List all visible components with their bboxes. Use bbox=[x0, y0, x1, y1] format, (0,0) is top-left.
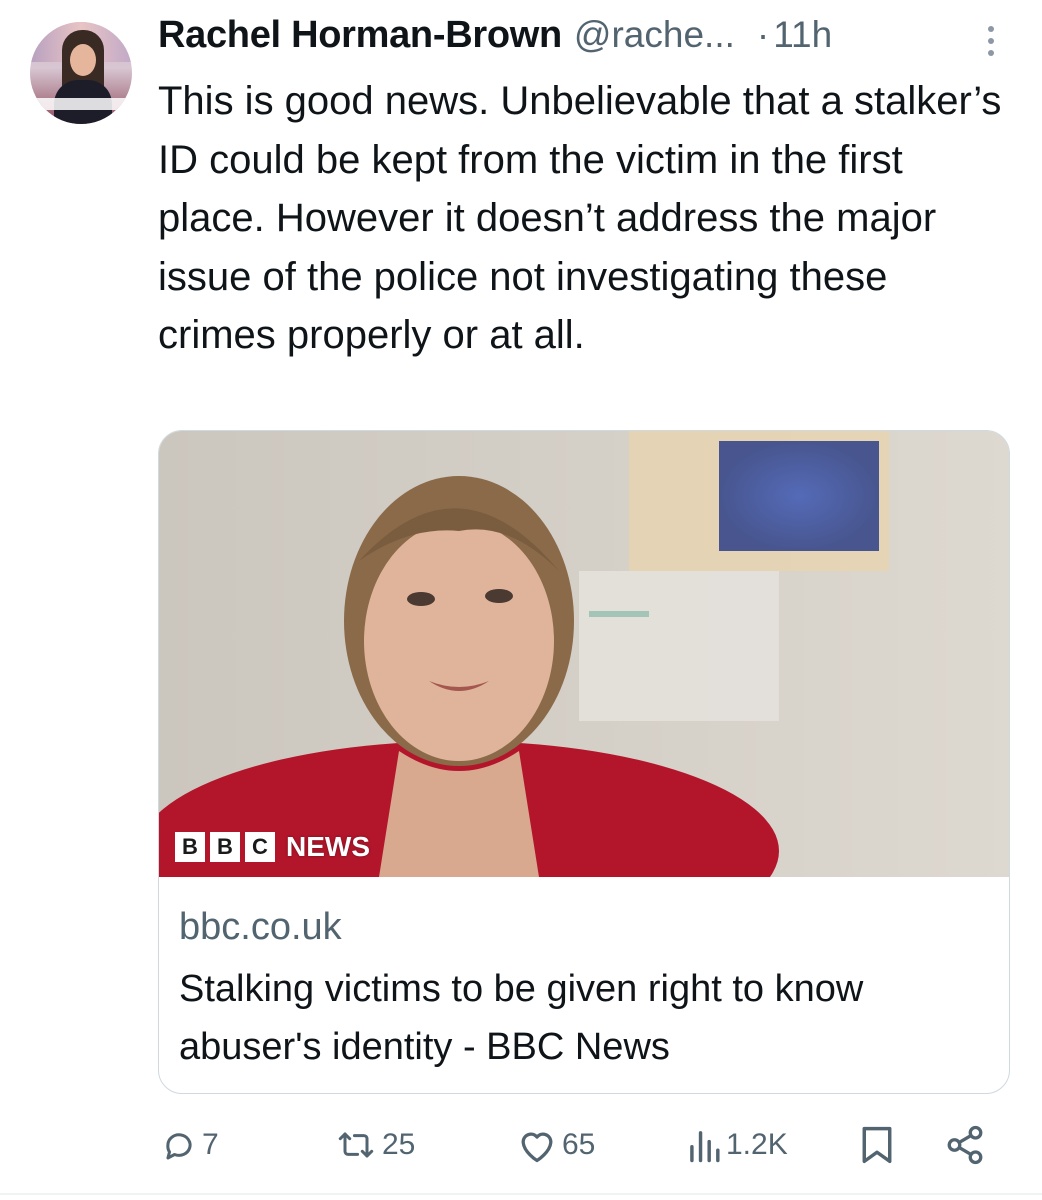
views-count: 1.2K bbox=[726, 1128, 788, 1161]
reply-icon bbox=[160, 1126, 198, 1164]
separator-dot: · bbox=[756, 14, 770, 55]
card-meta: bbc.co.uk Stalking victims to be given r… bbox=[159, 878, 1009, 1093]
link-card[interactable]: B B C NEWS bbc.co.uk Stalking victims to… bbox=[158, 430, 1010, 1094]
like-button[interactable]: 65 bbox=[516, 1115, 595, 1175]
share-icon bbox=[944, 1124, 986, 1166]
author-handle[interactable]: @rache... bbox=[574, 14, 735, 56]
reply-count: 7 bbox=[202, 1128, 219, 1161]
views-button[interactable]: 1.2K bbox=[686, 1115, 788, 1175]
tweet-text: This is good news. Unbelievable that a s… bbox=[158, 79, 1002, 357]
reply-button[interactable]: 7 bbox=[160, 1115, 219, 1175]
bbc-logo-letter: B bbox=[175, 832, 205, 862]
bbc-logo-news: NEWS bbox=[286, 831, 370, 862]
retweet-icon bbox=[334, 1126, 378, 1164]
avatar-caption-strap bbox=[30, 98, 132, 110]
avatar[interactable] bbox=[30, 22, 132, 124]
heart-icon bbox=[516, 1126, 558, 1164]
bbc-news-logo: B B C NEWS bbox=[175, 831, 370, 863]
retweet-button[interactable]: 25 bbox=[334, 1115, 415, 1175]
share-button[interactable] bbox=[944, 1115, 986, 1175]
bookmark-button[interactable] bbox=[860, 1115, 894, 1175]
tweet-header: Rachel Horman-Brown @rache... · 11h bbox=[158, 14, 832, 66]
action-bar: 7 25 65 1.2K bbox=[0, 1115, 1042, 1175]
bbc-logo-letter: C bbox=[245, 832, 275, 862]
timestamp[interactable]: 11h bbox=[773, 14, 832, 56]
divider bbox=[0, 1193, 1042, 1195]
tweet: Rachel Horman-Brown @rache... · 11h This… bbox=[0, 0, 1042, 1200]
card-domain: bbc.co.uk bbox=[179, 906, 342, 948]
retweet-count: 25 bbox=[382, 1128, 416, 1161]
avatar-face bbox=[70, 44, 96, 76]
bookmark-icon bbox=[860, 1125, 894, 1165]
card-image: B B C NEWS bbox=[159, 431, 1009, 877]
author-name[interactable]: Rachel Horman-Brown bbox=[158, 14, 562, 57]
views-icon bbox=[686, 1126, 722, 1164]
card-title: Stalking victims to be given right to kn… bbox=[179, 968, 864, 1068]
bbc-logo-letter: B bbox=[210, 832, 240, 862]
more-vertical-icon[interactable] bbox=[980, 24, 1002, 58]
like-count: 65 bbox=[562, 1128, 596, 1161]
